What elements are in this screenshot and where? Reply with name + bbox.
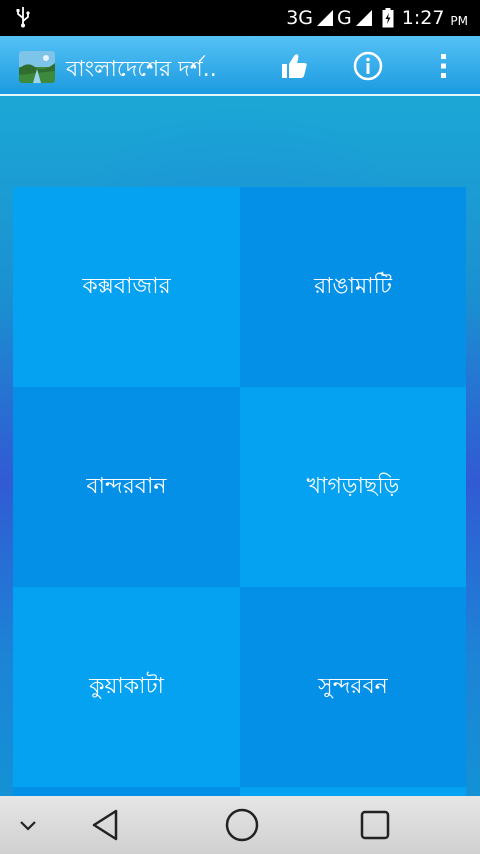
tile-bandarban[interactable]: বান্দরবান [13,387,240,587]
overflow-menu-icon[interactable] [428,50,460,82]
tile-khagrachari[interactable]: খাগড়াছড়ি [240,387,466,587]
tile-label: কক্সবাজার [82,273,171,299]
navigation-bar [0,796,480,854]
tile-sundarbans[interactable]: সুন্দরবন [240,587,466,787]
action-bar: বাংলাদেশের দর্শ.. [0,36,480,96]
signal-icon [317,10,333,26]
battery-charging-icon [382,8,394,28]
content-area: কক্সবাজার রাঙামাটি বান্দরবান খাগড়াছড়ি … [0,96,480,799]
destination-grid: কক্সবাজার রাঙামাটি বান্দরবান খাগড়াছড়ি … [13,187,466,799]
tile-rangamati[interactable]: রাঙামাটি [240,187,466,387]
back-icon[interactable] [86,805,126,845]
usb-icon [16,7,30,28]
info-icon[interactable] [352,50,384,82]
clock-ampm: PM [450,13,468,28]
tile-label: কুয়াকাটা [89,673,164,699]
home-icon[interactable] [222,805,262,845]
status-bar: 3G G 1:27 PM [0,0,480,36]
tile-label: খাগড়াছড়ি [306,473,400,499]
app-logo[interactable] [19,51,55,83]
tile-label: রাঙামাটি [314,273,392,299]
chevron-down-icon[interactable] [8,805,48,845]
app-title: বাংলাদেশের দর্শ.. [66,57,217,82]
network-g-label: G [337,7,352,29]
tile-label: সুন্দরবন [318,673,388,699]
tile-kuakata[interactable]: কুয়াকাটা [13,587,240,787]
clock-time: 1:27 [401,7,445,29]
network-3g-label: 3G [286,7,313,29]
screen: 3G G 1:27 PM বাংলাদেশের দর্শ.. কক্সবাজার… [0,0,480,854]
signal-icon [355,10,372,26]
like-icon[interactable] [278,50,310,82]
tile-label: বান্দরবান [86,473,167,499]
tile-coxs-bazar[interactable]: কক্সবাজার [13,187,240,387]
recents-icon[interactable] [355,805,395,845]
